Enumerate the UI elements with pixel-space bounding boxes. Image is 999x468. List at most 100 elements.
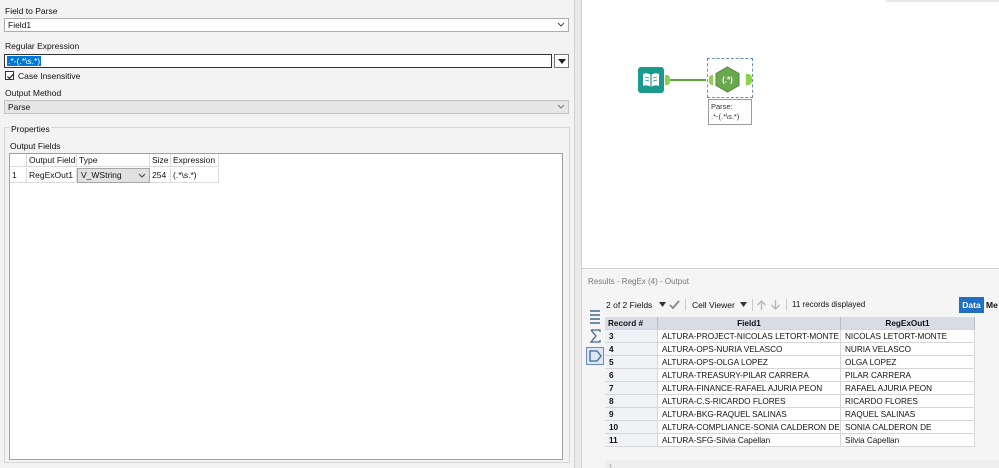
table-cell[interactable]: ALTURA-OPS-OLGA LOPEZ	[658, 356, 841, 369]
connection-line[interactable]	[670, 79, 706, 81]
grid-header-expression: Expression	[171, 154, 219, 167]
table-cell[interactable]: OLGA LOPEZ	[841, 356, 975, 369]
record-number-cell[interactable]: 9	[605, 408, 658, 421]
table-cell[interactable]: NURIA VELASCO	[841, 343, 975, 356]
record-number-cell[interactable]: 5	[605, 356, 658, 369]
output-method-label: Output Method	[5, 88, 62, 98]
grid-row-index: 1	[10, 168, 27, 183]
input-anchor[interactable]	[709, 75, 713, 85]
grid-header-output-field: Output Field	[27, 154, 77, 167]
field-to-parse-value: Field1	[8, 20, 32, 30]
case-insensitive-checkbox[interactable]	[5, 71, 14, 80]
table-cell[interactable]: ALTURA-COMPLIANCE-SONIA CALDERON DE	[658, 421, 841, 434]
table-row[interactable]: 9 ALTURA-BKG-RAQUEL SALINAS RAQUEL SALINAS	[605, 408, 975, 421]
metadata-tab[interactable]: Me	[986, 297, 999, 313]
table-cell[interactable]: ALTURA-C.S-RICARDO FLORES	[658, 395, 841, 408]
record-number-cell[interactable]: 3	[605, 330, 658, 343]
output-method-value: Parse	[8, 102, 31, 112]
scroll-left-icon[interactable]: ‹	[609, 460, 612, 468]
column-header[interactable]: RegExOut1	[841, 317, 975, 330]
table-cell[interactable]: ALTURA-SFG-Silvia Capellan	[658, 434, 841, 447]
table-cell[interactable]: ALTURA-TREASURY-PILAR CARRERA	[658, 369, 841, 382]
regex-tokens-dropdown-button[interactable]	[554, 54, 569, 68]
caret-down-icon[interactable]	[740, 302, 747, 307]
chevron-down-icon	[557, 104, 565, 109]
field-to-parse-dropdown[interactable]: Field1	[4, 18, 569, 32]
table-cell[interactable]: ALTURA-FINANCE-RAFAEL AJURIA PEON	[658, 382, 841, 395]
toolbar-separator	[752, 299, 753, 311]
column-header[interactable]: Field1	[658, 317, 841, 330]
record-number-cell[interactable]: 4	[605, 343, 658, 356]
grid-output-field-cell[interactable]: RegExOut1	[27, 168, 77, 183]
record-number-cell[interactable]: 10	[605, 421, 658, 434]
cell-viewer-button[interactable]: Cell Viewer	[692, 298, 735, 312]
regular-expression-value: .*-(.*\s.*)	[7, 56, 42, 66]
chevron-down-icon	[557, 22, 565, 27]
table-cell[interactable]: Silvia Capellan	[841, 434, 975, 447]
table-cell[interactable]: RAFAEL AJURIA PEON	[841, 382, 975, 395]
results-toolbar: 2 of 2 Fields Cell Viewer 11 records dis…	[606, 298, 999, 312]
input-data-tool[interactable]	[638, 67, 664, 93]
table-cell[interactable]: RICARDO FLORES	[841, 395, 975, 408]
record-number-cell[interactable]: 6	[605, 369, 658, 382]
tag-icon[interactable]	[586, 347, 604, 365]
record-number-cell[interactable]: 11	[605, 434, 658, 447]
table-row[interactable]: 4 ALTURA-OPS-NURIA VELASCO NURIA VELASCO	[605, 343, 975, 356]
table-cell[interactable]: ALTURA-OPS-NURIA VELASCO	[658, 343, 841, 356]
table-row[interactable]: 11 ALTURA-SFG-Silvia Capellan Silvia Capel…	[605, 434, 975, 447]
case-insensitive-label: Case Insensitive	[18, 71, 81, 81]
table-row[interactable]: 6 ALTURA-TREASURY-PILAR CARRERA PILAR CARR…	[605, 369, 975, 382]
arrow-down-icon[interactable]	[770, 299, 781, 311]
regular-expression-input[interactable]: .*-(.*\s.*)	[4, 54, 552, 68]
tool-annotation: Parse: .*-(.*\s.*)	[708, 99, 752, 125]
checkmark-icon[interactable]	[669, 300, 680, 310]
table-cell[interactable]: NICOLAS LETORT-MONTE	[841, 330, 975, 343]
caret-down-icon[interactable]	[659, 302, 666, 307]
arrow-up-icon[interactable]	[756, 299, 767, 311]
panel-splitter[interactable]	[574, 0, 582, 468]
table-cell[interactable]: RAQUEL SALINAS	[841, 408, 975, 421]
horizontal-scrollbar[interactable]: ‹	[605, 460, 999, 468]
regex-hex-icon[interactable]: (.*)	[714, 66, 741, 93]
table-view-icon[interactable]	[586, 307, 604, 325]
output-anchor[interactable]	[746, 74, 752, 85]
field-to-parse-label: Field to Parse	[5, 6, 58, 16]
regex-tool-symbol: (.*)	[722, 76, 733, 85]
table-cell[interactable]: PILAR CARRERA	[841, 369, 975, 382]
table-row[interactable]: 3 ALTURA-PROJECT-NICOLAS LETORT-MONTE NICO…	[605, 330, 975, 343]
data-tab[interactable]: Data	[959, 297, 984, 313]
grid-size-cell[interactable]: 254	[150, 168, 171, 183]
table-row[interactable]: 5 ALTURA-OPS-OLGA LOPEZ OLGA LOPEZ	[605, 356, 975, 369]
table-row[interactable]: 8 ALTURA-C.S-RICARDO FLORES RICARDO FLORES	[605, 395, 975, 408]
chevron-down-icon	[138, 173, 146, 178]
properties-label: Properties	[10, 124, 51, 134]
regular-expression-label: Regular Expression	[5, 41, 80, 51]
results-title: Results - RegEx (4) - Output	[588, 277, 689, 286]
grid-type-value: V_WString	[81, 170, 122, 180]
record-number-cell[interactable]: 7	[605, 382, 658, 395]
book-icon	[643, 73, 659, 87]
canvas-top-edge	[886, 0, 999, 2]
grid-type-select[interactable]: V_WString	[77, 168, 150, 183]
triangle-down-icon	[558, 59, 566, 64]
grid-expression-cell: (.*\s.*)	[171, 168, 219, 183]
fields-selector[interactable]: 2 of 2 Fields	[606, 298, 652, 312]
record-number-cell[interactable]: 8	[605, 395, 658, 408]
annotation-line-1: Parse:	[711, 102, 733, 111]
table-cell[interactable]: ALTURA-BKG-RAQUEL SALINAS	[658, 408, 841, 421]
column-header[interactable]: Record #	[605, 317, 658, 330]
table-row[interactable]: 7 ALTURA-FINANCE-RAFAEL AJURIA PEON RAFAEL…	[605, 382, 975, 395]
table-cell[interactable]: ALTURA-PROJECT-NICOLAS LETORT-MONTE	[658, 330, 841, 343]
workflow-canvas[interactable]: (.*) Parse: .*-(.*\s.*)	[582, 0, 999, 268]
sigma-icon[interactable]	[586, 327, 604, 345]
table-cell[interactable]: SONIA CALDERON DE	[841, 421, 975, 434]
toolbar-separator	[685, 299, 686, 311]
annotation-line-2: .*-(.*\s.*)	[711, 112, 740, 121]
checkmark-icon	[7, 73, 14, 80]
table-row[interactable]: 10 ALTURA-COMPLIANCE-SONIA CALDERON DE SON…	[605, 421, 975, 434]
records-displayed: 11 records displayed	[792, 300, 866, 309]
results-window: Results - RegEx (4) - Output 2 of 2 Fiel…	[582, 268, 999, 468]
output-method-dropdown[interactable]: Parse	[4, 100, 569, 114]
output-fields-label: Output Fields	[10, 141, 61, 151]
toolbar-separator	[786, 299, 787, 311]
